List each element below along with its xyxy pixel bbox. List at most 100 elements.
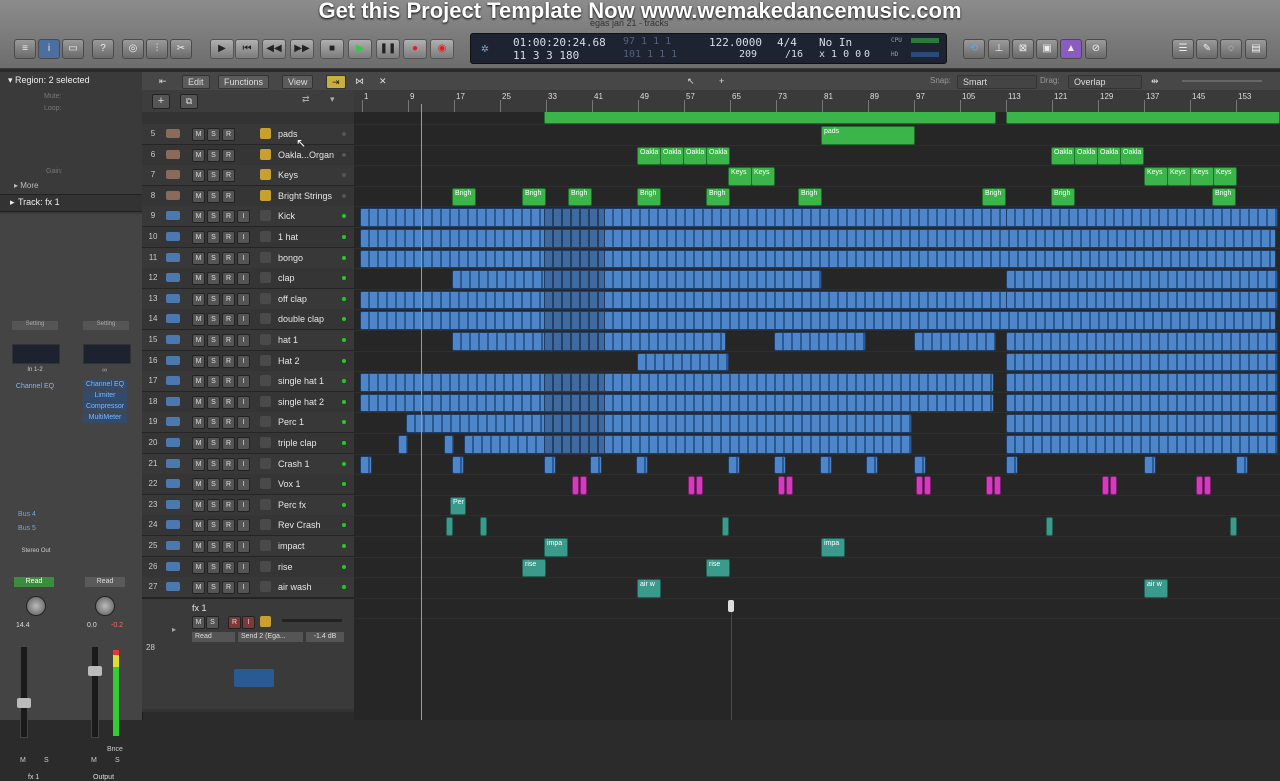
track-s-button[interactable]: S [207,128,220,141]
track-m-button[interactable]: M [192,560,205,574]
region[interactable] [544,373,606,392]
region[interactable]: Keys [1213,167,1237,186]
track-i-button[interactable]: I [237,334,250,347]
track-s-button[interactable]: S [207,457,220,471]
track-name[interactable]: Rev Crash [278,520,321,530]
track-r-button[interactable]: R [222,519,235,533]
track-r-button[interactable]: R [222,231,235,244]
track-name[interactable]: 1 hat [278,232,298,242]
track-m-button[interactable]: M [192,169,205,183]
track-m-button[interactable]: M [192,313,205,327]
flex-icon[interactable] [260,313,271,325]
region[interactable] [1006,208,1278,227]
track-name[interactable]: Oakla...Organ [278,150,334,160]
region[interactable]: Keys [728,167,752,186]
flex-icon[interactable] [260,498,271,510]
track-name[interactable]: single hat 1 [278,376,324,386]
track-s-button[interactable]: S [207,231,220,244]
track-i-button[interactable]: I [237,478,250,492]
flex-icon[interactable] [260,457,271,469]
track-m-button[interactable]: M [192,375,205,389]
track-s-button[interactable]: S [207,354,220,368]
lcd-tempo[interactable]: 122.0000 [709,36,762,49]
help-icon[interactable]: ? [92,39,114,59]
region[interactable] [688,476,695,495]
track-s-button[interactable]: S [207,169,220,183]
lcd-division[interactable]: /16 [785,49,803,60]
track-header[interactable]: ▸ Track: fx 1 [0,194,142,212]
input-slot[interactable]: In 1-2 [10,367,60,373]
editors-icon[interactable]: ✂ [170,39,192,59]
solo-button[interactable]: S [115,757,120,764]
track-s-button[interactable]: S [207,189,220,203]
track-row[interactable]: 16 M S R I Hat 2 [142,350,354,372]
track-name[interactable]: Bright Strings [278,191,332,201]
region[interactable] [916,476,923,495]
region[interactable] [1144,455,1156,475]
track-row[interactable]: 20 M S R Itriple clap [142,433,354,454]
track-r-button[interactable]: R [222,272,235,286]
track-s-button[interactable]: S [207,292,220,306]
region[interactable] [544,311,606,330]
track-r-button[interactable]: R [222,128,235,141]
track-m-button[interactable]: M [192,540,205,553]
track-s-button[interactable]: S [207,313,220,327]
cycle-icon[interactable]: ⟲ [963,39,985,59]
track-r-button[interactable]: R [222,395,235,409]
track-row[interactable]: 7 M S R Keys [142,165,354,187]
mute-button[interactable]: M [20,757,26,764]
region[interactable] [1046,517,1053,536]
flex-icon[interactable] [260,519,271,531]
region[interactable] [544,249,606,269]
solo-button[interactable]: S [44,757,49,764]
track-name[interactable]: single hat 2 [278,397,324,407]
flex-icon[interactable] [260,540,271,551]
track-row[interactable]: 8 M S R Bright Strings [142,185,354,207]
functions-menu[interactable]: Functions [218,75,270,89]
region[interactable] [1110,476,1117,495]
flex-icon[interactable] [260,292,271,304]
region[interactable]: Keys [751,167,775,186]
track-row[interactable]: 24 M S R I Rev Crash [142,515,354,537]
more-row[interactable]: ▸ More [14,181,38,190]
flex-icon[interactable] [260,354,271,366]
count-in-icon[interactable]: ▣ [1036,39,1058,59]
track-row[interactable]: 21 M S R I Crash 1 [142,453,354,475]
plugin-icon[interactable] [260,189,271,201]
region[interactable]: Keys [1167,167,1191,186]
automation-read-button[interactable]: Read [85,577,125,587]
track-s-button[interactable]: S [207,540,220,553]
track-s-button[interactable]: S [207,210,220,224]
volume-fader[interactable] [20,646,28,738]
region[interactable] [446,517,453,536]
track-r-button[interactable]: R [222,334,235,347]
track-row[interactable]: 13 M S R Ioff clap [142,288,354,310]
output-slot[interactable]: Stereo Out [8,548,64,554]
send-value[interactable]: -1.4 dB [306,631,344,642]
replace-icon[interactable]: ⊘ [1085,39,1107,59]
pan-knob[interactable] [95,596,115,616]
region[interactable]: impa [544,538,568,557]
track-row[interactable]: 10 M S R I 1 hat [142,227,354,248]
track-row[interactable]: 22 M S R I Vox 1 [142,474,354,496]
track-m-button[interactable]: M [192,189,205,203]
track-row[interactable]: 17 M S R Isingle hat 1 [142,371,354,393]
plugin-slot-2[interactable]: Limiter [83,391,127,401]
track-s-button[interactable]: S [207,416,220,430]
region[interactable]: Per [450,496,466,516]
track-name[interactable]: off clap [278,294,307,304]
track-i-button[interactable]: I [237,210,250,224]
lcd-display[interactable]: ✲ 01:00:20:24.68 11 3 3 180 97 1 1 1 101… [470,33,947,64]
catch-playhead-icon[interactable]: ⇥ [326,75,346,89]
plugin-slot-4[interactable]: MultiMeter [83,413,127,423]
track-row[interactable]: 26 M S R Irise [142,556,354,578]
region[interactable] [1006,270,1278,289]
pan-knob[interactable] [26,596,46,616]
region[interactable]: Oakla [1051,146,1075,166]
track-row[interactable]: 25 M S R Iimpact [142,536,354,557]
browser-icon[interactable]: ▤ [1245,39,1267,59]
list-editors-icon[interactable]: ☰ [1172,39,1194,59]
region[interactable] [544,208,606,227]
capture-record-button[interactable]: ◉ [430,39,454,59]
track-name[interactable]: bongo [278,253,303,263]
